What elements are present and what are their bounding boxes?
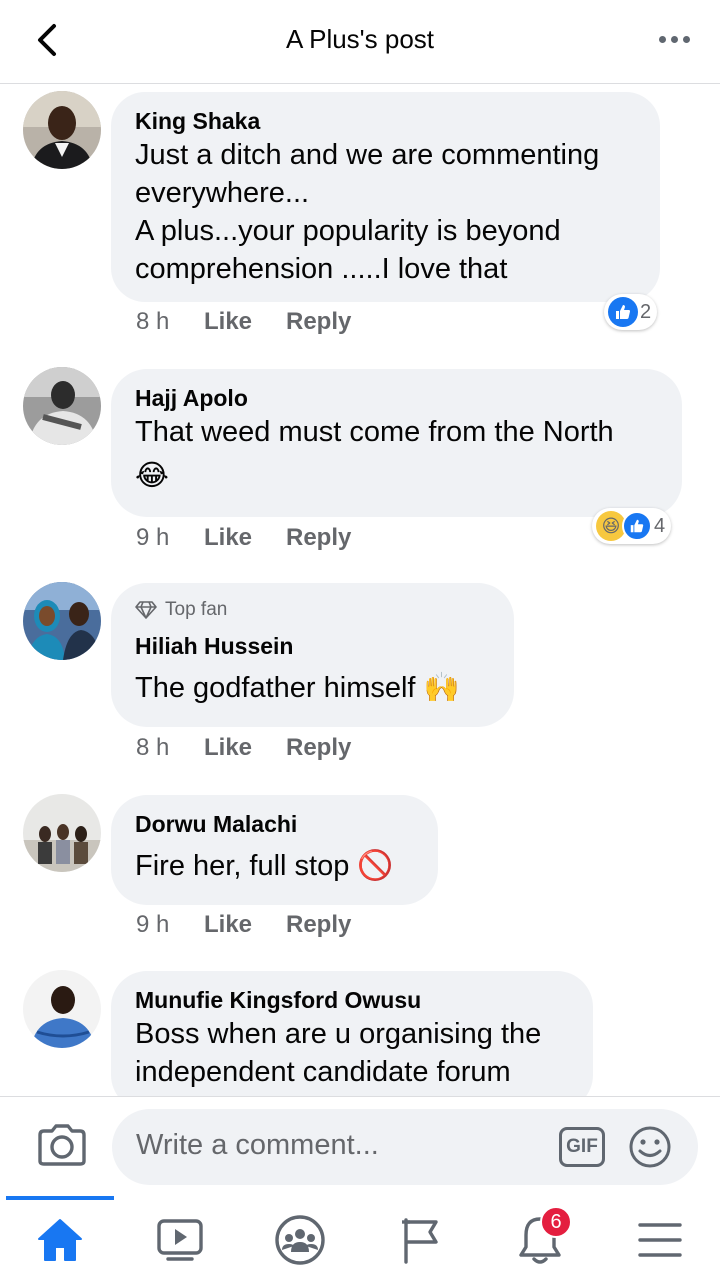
- comment-author[interactable]: Hiliah Hussein: [135, 631, 490, 661]
- avatar[interactable]: [23, 970, 101, 1048]
- dot-icon: [658, 35, 666, 43]
- tab-menu[interactable]: [630, 1214, 690, 1266]
- top-fan-label: Top fan: [165, 599, 228, 620]
- tab-groups[interactable]: [270, 1214, 330, 1266]
- like-link[interactable]: Like: [204, 524, 286, 552]
- avatar[interactable]: [23, 794, 101, 872]
- comment-bubble[interactable]: King Shaka Just a ditch and we are comme…: [111, 92, 660, 302]
- hamburger-menu-icon: [638, 1223, 682, 1257]
- comment-bubble[interactable]: Dorwu Malachi Fire her, full stop 🚫: [111, 795, 438, 905]
- comment-actions: 8 h Like Reply: [136, 734, 351, 762]
- comment-composer: Write a comment... GIF: [0, 1096, 720, 1198]
- bottom-nav: 6: [0, 1196, 720, 1280]
- comment-time: 9 h: [136, 524, 170, 551]
- laughing-emoji: 😂: [135, 460, 169, 492]
- comment-text: Boss when are u organising the independe…: [135, 1018, 542, 1088]
- camera-icon: [38, 1124, 86, 1166]
- like-link[interactable]: Like: [204, 308, 286, 336]
- tab-watch[interactable]: [150, 1214, 210, 1266]
- like-reaction-icon: [622, 511, 652, 541]
- reaction-count: 4: [654, 514, 666, 537]
- camera-button[interactable]: [36, 1123, 88, 1167]
- like-link[interactable]: Like: [204, 734, 286, 762]
- like-reaction-icon: [608, 297, 638, 327]
- tab-home[interactable]: [30, 1214, 90, 1266]
- comment-text: Just a ditch and we are commenting every…: [135, 139, 600, 285]
- reply-link[interactable]: Reply: [286, 911, 351, 939]
- tab-notifications[interactable]: 6: [510, 1206, 572, 1266]
- smiley-icon: [629, 1126, 671, 1168]
- comment-text: The godfather himself 🙌: [135, 672, 460, 704]
- comment-time: 8 h: [136, 308, 170, 335]
- comment-actions: 9 h Like Reply: [136, 524, 351, 552]
- gif-button[interactable]: GIF: [559, 1127, 605, 1167]
- tab-pages[interactable]: [390, 1214, 450, 1266]
- page-title: A Plus's post: [285, 24, 435, 54]
- avatar[interactable]: [23, 367, 101, 445]
- like-link[interactable]: Like: [204, 911, 286, 939]
- reaction-summary[interactable]: 2: [604, 294, 658, 330]
- top-fan-badge: Top fan: [135, 597, 490, 623]
- comment-actions: 8 h Like Reply: [136, 308, 351, 336]
- avatar[interactable]: [23, 582, 101, 660]
- notification-badge: 6: [540, 1206, 572, 1238]
- more-options-button[interactable]: [656, 26, 692, 52]
- emoji-button[interactable]: [628, 1125, 672, 1169]
- comment-placeholder: Write a comment...: [136, 1129, 379, 1161]
- groups-icon: [275, 1215, 325, 1265]
- avatar[interactable]: [23, 91, 101, 169]
- comment-actions: 9 h Like Reply: [136, 911, 351, 939]
- comment-input[interactable]: Write a comment... GIF: [112, 1109, 698, 1185]
- dot-icon: [682, 35, 690, 43]
- comment-bubble[interactable]: Top fan Hiliah Hussein The godfather him…: [111, 583, 514, 727]
- top-bar: A Plus's post: [0, 0, 720, 84]
- comment-time: 8 h: [136, 734, 170, 761]
- comment-author[interactable]: Hajj Apolo: [135, 383, 658, 413]
- comment-text: That weed must come from the North: [135, 416, 614, 448]
- comment-text: Fire her, full stop 🚫: [135, 850, 394, 882]
- comment-bubble[interactable]: Munufie Kingsford Owusu Boss when are u …: [111, 971, 593, 1111]
- active-tab-indicator: [6, 1196, 114, 1200]
- reaction-count: 2: [640, 300, 652, 323]
- diamond-icon: [135, 601, 157, 619]
- comment-author[interactable]: Dorwu Malachi: [135, 809, 414, 839]
- dot-icon: [670, 35, 678, 43]
- video-icon: [157, 1219, 203, 1261]
- comment-time: 9 h: [136, 911, 170, 938]
- reply-link[interactable]: Reply: [286, 524, 351, 552]
- comment-author[interactable]: King Shaka: [135, 106, 636, 136]
- reply-link[interactable]: Reply: [286, 734, 351, 762]
- flag-icon: [402, 1218, 438, 1264]
- comment-author[interactable]: Munufie Kingsford Owusu: [135, 985, 569, 1015]
- comment-bubble[interactable]: Hajj Apolo That weed must come from the …: [111, 369, 682, 517]
- reaction-summary[interactable]: 😆 4: [592, 508, 672, 544]
- reply-link[interactable]: Reply: [286, 308, 351, 336]
- home-icon: [38, 1219, 82, 1261]
